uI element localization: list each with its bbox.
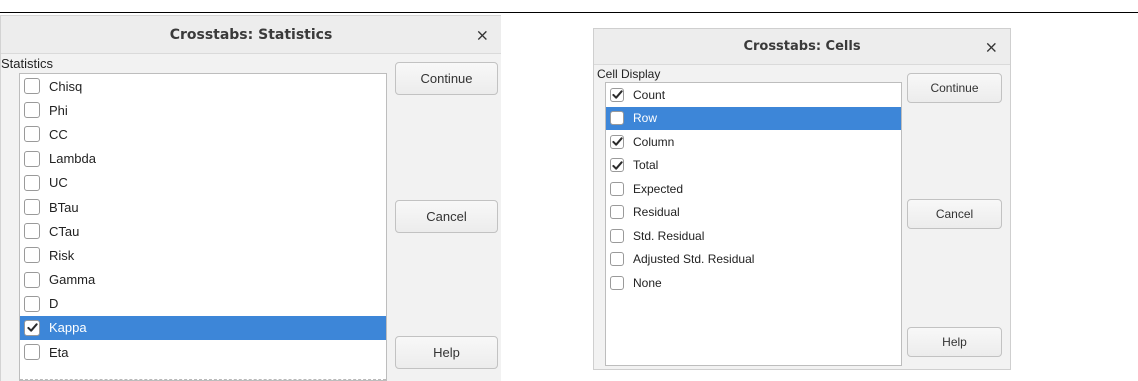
statistics-item-label: UC: [49, 175, 68, 191]
checkbox-checked-icon[interactable]: [610, 134, 624, 149]
checkbox-unchecked-icon[interactable]: [24, 78, 40, 95]
statistics-item[interactable]: D: [20, 292, 386, 316]
statistics-item-label: Phi: [49, 102, 68, 118]
statistics-item-label: Chisq: [49, 78, 83, 94]
checkbox-checked-icon[interactable]: [610, 158, 624, 173]
statistics-item-label: Gamma: [49, 272, 96, 288]
statistics-item[interactable]: UC: [20, 171, 386, 195]
continue-button[interactable]: Continue: [907, 73, 1002, 103]
cell-display-list[interactable]: Count Row Column Total Expected Residual Std. …: [605, 82, 902, 366]
checkbox-unchecked-icon[interactable]: [24, 174, 40, 191]
cell-display-item-label: Total: [633, 158, 659, 173]
statistics-item[interactable]: Chisq: [20, 74, 386, 98]
checkbox-unchecked-icon[interactable]: [24, 295, 40, 312]
cells-dialog-title: Crosstabs: Cells: [743, 39, 861, 54]
statistics-item-label: BTau: [49, 199, 79, 215]
checkbox-unchecked-icon[interactable]: [610, 111, 624, 126]
cell-display-item-label: Std. Residual: [633, 228, 705, 243]
cell-display-item[interactable]: Expected: [606, 177, 901, 201]
statistics-dialog: Crosstabs: Statistics × Statistics Chisq…: [0, 15, 501, 381]
checkbox-unchecked-icon[interactable]: [24, 344, 40, 361]
close-icon[interactable]: ×: [476, 25, 489, 44]
cell-display-item-label: Count: [633, 87, 666, 102]
statistics-item-label: Kappa: [49, 320, 87, 336]
cell-display-item-label: Column: [633, 134, 675, 149]
checkbox-checked-icon[interactable]: [24, 319, 40, 336]
checkbox-unchecked-icon[interactable]: [24, 102, 40, 119]
cell-display-item[interactable]: Adjusted Std. Residual: [606, 248, 901, 272]
checkbox-unchecked-icon[interactable]: [24, 199, 40, 216]
checkbox-unchecked-icon[interactable]: [24, 150, 40, 167]
cell-display-item[interactable]: Std. Residual: [606, 224, 901, 248]
cell-display-item-label: Residual: [633, 205, 680, 220]
statistics-list[interactable]: Chisq Phi CC Lambda UC BTau CTau Risk Gamma D Kapp…: [19, 73, 387, 381]
checkbox-checked-icon[interactable]: [610, 87, 624, 102]
cell-display-item[interactable]: Count: [606, 83, 901, 107]
statistics-item-label: CTau: [49, 223, 80, 239]
statistics-item[interactable]: Phi: [20, 98, 386, 122]
cell-display-item[interactable]: None: [606, 271, 901, 295]
statistics-dialog-titlebar: Crosstabs: Statistics ×: [1, 16, 501, 54]
checkbox-unchecked-icon[interactable]: [610, 275, 624, 290]
checkbox-unchecked-icon[interactable]: [24, 271, 40, 288]
statistics-item[interactable]: Risk: [20, 243, 386, 267]
cancel-button[interactable]: Cancel: [907, 199, 1002, 229]
cell-display-item-label: Adjusted Std. Residual: [633, 252, 755, 267]
statistics-item[interactable]: CC: [20, 122, 386, 146]
top-divider-line: [0, 12, 1138, 13]
statistics-item-label: CC: [49, 126, 68, 142]
cell-display-item-label: Row: [633, 111, 658, 126]
statistics-item[interactable]: CTau: [20, 219, 386, 243]
cell-display-item-label: None: [633, 275, 662, 290]
close-icon[interactable]: ×: [985, 37, 998, 56]
checkbox-unchecked-icon[interactable]: [610, 228, 624, 243]
cell-display-item[interactable]: Total: [606, 154, 901, 178]
checkbox-unchecked-icon[interactable]: [610, 181, 624, 196]
cells-dialog: Crosstabs: Cells × Cell Display Count Row…: [593, 28, 1011, 370]
statistics-item-label: Risk: [49, 247, 75, 263]
checkbox-unchecked-icon[interactable]: [24, 247, 40, 264]
statistics-item[interactable]: Eta: [20, 340, 386, 364]
cancel-button[interactable]: Cancel: [395, 200, 498, 233]
cell-display-item[interactable]: Column: [606, 130, 901, 154]
help-button[interactable]: Help: [907, 327, 1002, 357]
statistics-item[interactable]: Lambda: [20, 147, 386, 171]
statistics-item[interactable]: BTau: [20, 195, 386, 219]
checkbox-unchecked-icon[interactable]: [610, 205, 624, 220]
help-button[interactable]: Help: [395, 336, 498, 369]
statistics-dialog-title: Crosstabs: Statistics: [169, 26, 333, 43]
statistics-group-label: Statistics: [1, 56, 54, 71]
statistics-item-label: D: [49, 296, 59, 312]
statistics-item-label: Eta: [49, 344, 69, 360]
statistics-item[interactable]: Kappa: [20, 315, 386, 341]
statistics-item[interactable]: Gamma: [20, 268, 386, 292]
checkbox-unchecked-icon[interactable]: [610, 252, 624, 267]
checkbox-unchecked-icon[interactable]: [24, 223, 40, 240]
cell-display-group-label: Cell Display: [597, 67, 661, 81]
cells-dialog-titlebar: Crosstabs: Cells ×: [594, 29, 1010, 65]
cell-display-item[interactable]: Residual: [606, 201, 901, 225]
checkbox-unchecked-icon[interactable]: [24, 126, 40, 143]
cell-display-item[interactable]: Row: [606, 106, 901, 130]
cell-display-item-label: Expected: [633, 181, 684, 196]
continue-button[interactable]: Continue: [395, 62, 498, 95]
statistics-item-label: Lambda: [49, 151, 96, 167]
